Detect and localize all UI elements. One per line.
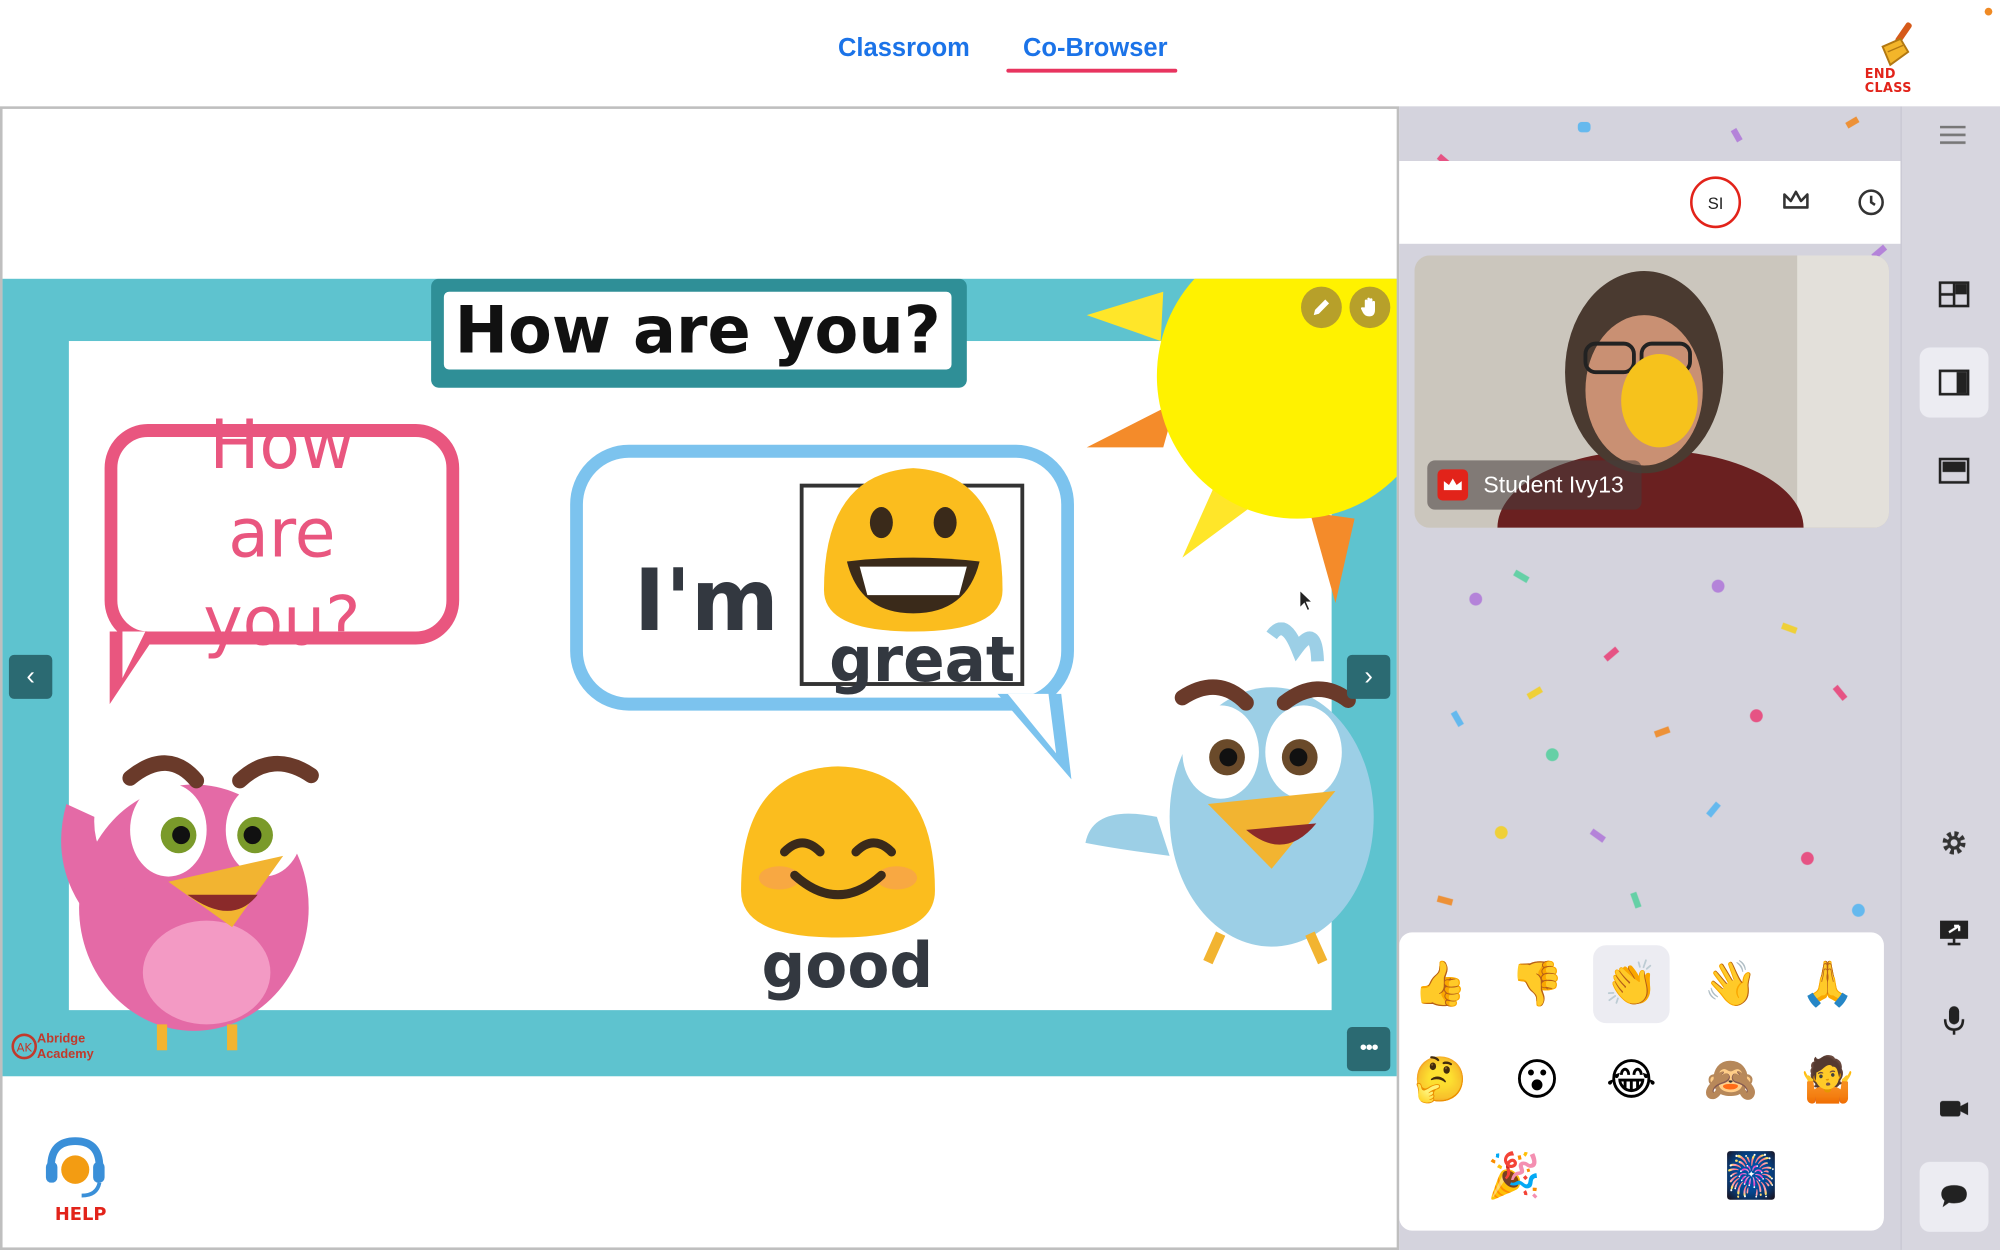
pan-tool-button[interactable] [1349, 286, 1391, 329]
screen-share-button[interactable] [1920, 897, 1989, 967]
focus-layout-button[interactable] [1920, 436, 1989, 506]
chevron-left-icon: ‹ [26, 661, 35, 691]
thumbs-down-reaction[interactable]: 👎 [1499, 945, 1576, 1023]
question-bubble: How are you? [104, 407, 460, 661]
settings-button[interactable] [1920, 808, 1989, 878]
focus-layout-icon [1938, 457, 1970, 484]
annotate-button[interactable] [1301, 286, 1342, 329]
video-camera-icon [1940, 1100, 1969, 1117]
see-no-evil-reaction[interactable]: 🙈 [1693, 1041, 1770, 1119]
end-class-button[interactable]: END CLASS [1860, 10, 1942, 96]
laughing-reaction[interactable]: 😂 [1593, 1041, 1670, 1119]
lesson-slide: How are you? How are you? I'm great good… [2, 278, 1397, 1077]
clapping-reaction[interactable]: 👏 [1593, 945, 1670, 1024]
slide-title-frame: How are you? [431, 278, 967, 388]
answer-bubble-tail [997, 693, 1072, 780]
sidebar-layout-icon [1938, 369, 1970, 396]
mouse-cursor-icon [1299, 588, 1314, 612]
menu-icon[interactable] [1935, 119, 1971, 150]
pencil-icon [1313, 299, 1330, 316]
pray-reaction[interactable]: 🙏 [1790, 945, 1867, 1023]
chat-bubble-icon [1941, 1185, 1967, 1208]
help-button[interactable]: HELP [38, 1133, 115, 1229]
participant-toolbar: SI [1399, 160, 1952, 244]
tab-co-browser[interactable]: Co-Browser [1023, 34, 1168, 64]
screen-share-icon [1940, 920, 1969, 946]
pink-bird-character [61, 755, 319, 1051]
side-rail [1900, 106, 2000, 1250]
grinning-face-icon [823, 468, 1003, 632]
status-dot [1984, 7, 1993, 16]
thumbs-up-reaction[interactable]: 👍 [1402, 945, 1479, 1023]
tab-classroom[interactable]: Classroom [838, 34, 970, 64]
next-slide-button[interactable]: › [1346, 654, 1391, 699]
grid-layout-icon [1938, 281, 1970, 308]
slide-more-button[interactable]: ••• [1346, 1026, 1391, 1072]
hand-icon [1360, 297, 1375, 317]
abridge-logo-text: Abridge Academy [36, 1032, 94, 1062]
participant-video-tile[interactable]: Student Ivy13 [1414, 255, 1890, 528]
thinking-reaction[interactable]: 🤔 [1402, 1041, 1479, 1119]
shrug-reaction[interactable]: 🤷 [1790, 1041, 1867, 1119]
answer-prefix: I'm [633, 551, 779, 651]
abridge-logo-icon: AK [11, 1033, 37, 1060]
active-tab-indicator [1006, 68, 1178, 73]
slide-title: How are you? [443, 291, 952, 370]
microphone-icon [1943, 1006, 1965, 1035]
chevron-right-icon: › [1364, 661, 1373, 691]
end-class-label: END CLASS [1864, 67, 1912, 96]
smiling-face-icon [741, 766, 935, 938]
answer-good: good [761, 929, 934, 1003]
emoji-reaction-panel: 👍 👎 👏 👋 🙏 🤔 😮 😂 🙈 🤷 🎉 🎆 [1399, 932, 1884, 1231]
participant-name-tag: Student Ivy13 [1427, 460, 1642, 510]
broom-icon [1881, 22, 1912, 67]
grid-layout-button[interactable] [1920, 259, 1989, 329]
clock-icon[interactable] [1856, 187, 1887, 218]
microphone-button[interactable] [1920, 985, 1989, 1055]
prev-slide-button[interactable]: ‹ [8, 654, 53, 699]
camera-button[interactable] [1920, 1074, 1989, 1144]
surprised-reaction[interactable]: 😮 [1499, 1041, 1576, 1119]
sun-illustration [1086, 278, 1397, 603]
more-horizontal-icon: ••• [1359, 1037, 1379, 1060]
fireworks-reaction[interactable]: 🎆 [1713, 1137, 1790, 1215]
party-popper-reaction[interactable]: 🎉 [1476, 1137, 1553, 1215]
svg-text:AK: AK [17, 1041, 33, 1055]
gear-icon [1942, 831, 1966, 855]
help-label: HELP [54, 1204, 107, 1226]
participant-name: Student Ivy13 [1483, 471, 1624, 498]
question-bubble-tail [109, 631, 159, 705]
crown-icon[interactable] [1782, 189, 1810, 212]
right-panel: SI Student Ivy13 👍 👎 👏 👋 🙏 🤔 😮 😂 🙈 🤷 🎉 🎆 [1399, 106, 2000, 1250]
host-crown-icon [1437, 469, 1469, 501]
waving-reaction[interactable]: 👋 [1693, 945, 1770, 1023]
sidebar-layout-button[interactable] [1919, 347, 1989, 418]
answer-great: great [829, 623, 1016, 697]
headset-icon [45, 1137, 105, 1198]
avatar[interactable]: SI [1690, 176, 1742, 229]
chat-button[interactable] [1919, 1161, 1989, 1232]
